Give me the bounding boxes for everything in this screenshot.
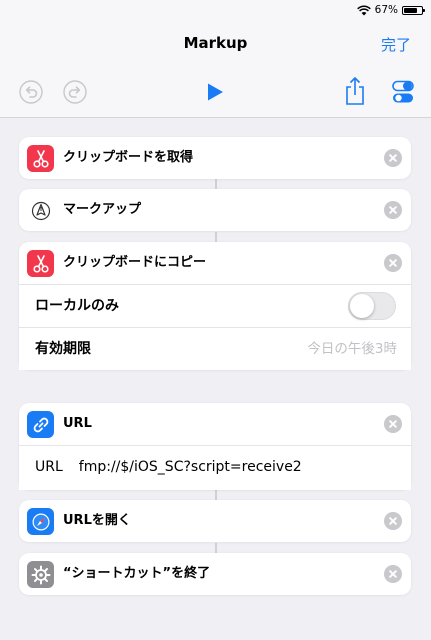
done-button[interactable]: 完了 <box>381 34 411 55</box>
remove-action-button[interactable] <box>384 201 402 219</box>
flow-connector <box>215 543 217 553</box>
battery-percent: 67% <box>374 4 398 16</box>
remove-action-button[interactable] <box>384 149 402 167</box>
param-row-local-only: ローカルのみ <box>19 284 411 327</box>
share-icon[interactable] <box>343 76 367 106</box>
param-label: URL <box>35 459 63 475</box>
pen-nib-icon <box>27 197 54 224</box>
action-title: URL <box>63 416 92 431</box>
safari-icon <box>27 508 54 535</box>
flow-connector <box>215 179 217 189</box>
wifi-icon <box>356 4 371 15</box>
settings-toggle-icon[interactable] <box>392 80 414 104</box>
flow-connector <box>215 232 217 242</box>
param-row-expiration[interactable]: 有効期限 今日の午後3時 <box>19 327 411 370</box>
action-card[interactable]: クリップボードを取得 <box>19 137 411 179</box>
remove-action-button[interactable] <box>384 512 402 530</box>
remove-action-button[interactable] <box>384 254 402 272</box>
scissors-icon <box>27 145 54 172</box>
gear-icon <box>27 561 54 588</box>
action-card[interactable]: クリップボードにコピー ローカルのみ 有効期限 今日の午後3時 <box>19 242 411 370</box>
undo-icon[interactable] <box>19 80 43 104</box>
action-title: マークアップ <box>63 202 142 217</box>
action-title: クリップボードを取得 <box>63 150 194 165</box>
url-field[interactable]: fmp://$/iOS_SC?script=receive2 <box>79 459 302 475</box>
param-label: 有効期限 <box>35 341 91 357</box>
url-param-row[interactable]: URL fmp://$/iOS_SC?script=receive2 <box>19 445 411 490</box>
action-card[interactable]: URLを開く <box>19 500 411 542</box>
link-icon <box>27 411 54 438</box>
play-icon[interactable] <box>205 82 225 102</box>
action-card[interactable]: マークアップ <box>19 189 411 231</box>
remove-action-button[interactable] <box>384 415 402 433</box>
page-title: Markup <box>183 34 248 52</box>
action-title: クリップボードにコピー <box>63 255 207 270</box>
action-card[interactable]: “ショートカット”を終了 <box>19 553 411 595</box>
remove-action-button[interactable] <box>384 565 402 583</box>
scissors-icon <box>27 250 54 277</box>
expiration-field[interactable]: 今日の午後3時 <box>307 328 397 370</box>
local-only-toggle[interactable] <box>348 292 396 320</box>
status-bar: 67% <box>356 3 425 17</box>
action-title: URLを開く <box>63 513 131 528</box>
top-bar: 67% Markup 完了 <box>0 0 431 118</box>
redo-icon[interactable] <box>63 80 87 104</box>
action-card[interactable]: URL URL fmp://$/iOS_SC?script=receive2 <box>19 403 411 490</box>
param-label: ローカルのみ <box>35 298 119 314</box>
action-title: “ショートカット”を終了 <box>63 566 211 581</box>
battery-icon <box>402 5 425 15</box>
